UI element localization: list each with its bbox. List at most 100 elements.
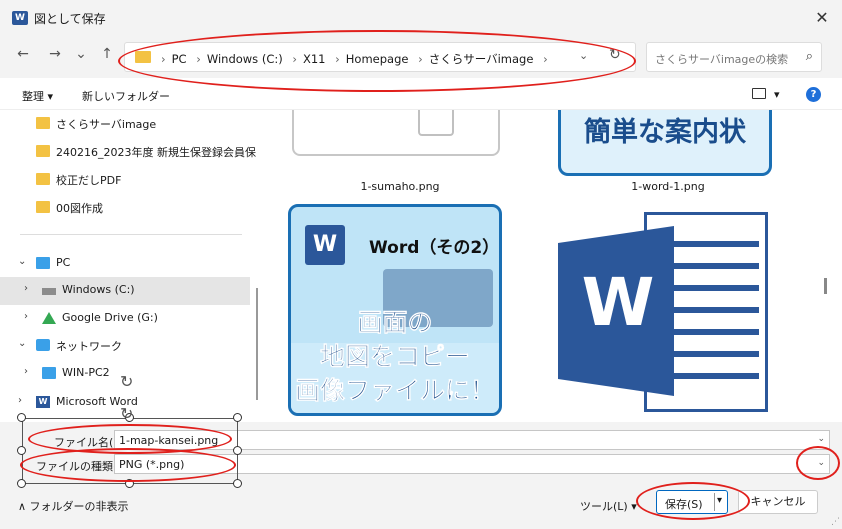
thumbnail-word-logo: W [558,206,772,418]
up-button[interactable]: ↑ [98,46,116,62]
organize-button[interactable]: 整理 ▾ [22,88,53,104]
sidebar-item-label: ネットワーク [56,340,122,353]
address-bar[interactable]: › PC › Windows (C:) › X11 › Homepage › さくらサーバ… [124,42,636,72]
thumbnail-title: Word（その2） [369,238,500,258]
pc-icon [36,257,50,269]
sidebar-scrollbar[interactable] [256,288,258,400]
folder-icon [36,173,50,185]
file-name: 1-sumaho.png [360,180,440,193]
folder-icon [135,51,151,63]
text-line [663,373,759,379]
chevron-right-icon[interactable]: › [24,283,28,294]
rotate-handle-icon[interactable]: ↻ [120,404,133,423]
divider [20,234,242,235]
resize-handle[interactable] [17,413,26,422]
breadcrumb-item-x11[interactable]: X11 [303,52,326,66]
word-icon: W [305,225,345,265]
sidebar-item-sakura-image[interactable]: さくらサーバimage [0,110,250,138]
sidebar-item-proof-pdf[interactable]: 校正だしPDF [0,166,250,194]
sidebar-item-label: WIN-PC2 [62,366,110,379]
sidebar-item-windows-c[interactable]: › Windows (C:) [0,277,250,305]
text-line [663,263,759,269]
resize-handle[interactable] [17,479,26,488]
breadcrumb-item-pc[interactable]: PC [172,52,187,66]
google-drive-icon [42,312,56,324]
tools-menu[interactable]: ツール(L) ▾ [580,498,637,514]
text-line [663,307,759,313]
sidebar-item-label: Windows (C:) [62,283,135,296]
new-folder-button[interactable]: 新しいフォルダー [82,88,170,104]
folder-icon [36,145,50,157]
back-button[interactable]: ← [14,46,32,62]
word-app-icon: W [12,11,28,25]
text-line [663,351,759,357]
chevron-right-icon[interactable]: › [24,366,28,377]
search-icon: ⌕ [805,49,813,64]
sidebar-item-google-drive[interactable]: › Google Drive (G:) [0,305,250,333]
text-line [663,329,759,335]
resize-handle[interactable] [233,479,242,488]
word-logo-letter: W [581,264,655,341]
thumbnail-map-kansei: W Word（その2） 画面の 地図をコピー 画像ファイルに！ [288,204,502,416]
text-line [663,241,759,247]
search-placeholder: さくらサーバimageの検索 [655,53,789,66]
chevron-down-icon[interactable]: ⌄ [18,338,26,349]
sidebar-item-label: Google Drive (G:) [62,311,158,324]
sidebar-item-2023-folder[interactable]: 240216_2023年度 新規生保登録会員保 [0,138,256,166]
chevron-down-icon[interactable]: ⌄ [817,458,825,468]
sidebar-item-label: さくらサーバimage [56,118,157,131]
save-button-label: 保存(S) [665,498,703,511]
breadcrumb-item-homepage[interactable]: Homepage [346,52,409,66]
thumbnail-line: 画面の [357,308,433,338]
sidebar-item-network[interactable]: ⌄ ネットワーク [0,332,250,360]
search-input[interactable]: さくらサーバimageの検索 ⌕ [646,42,822,72]
chevron-down-icon[interactable]: ⌄ [18,256,26,267]
file-list: 1-sumaho.png 簡単な案内状 1-word-1.png W Word（… [262,110,842,422]
thumbnail-line: 画像ファイルに！ [294,376,496,406]
divider [714,493,715,511]
resize-handle[interactable] [233,446,242,455]
breadcrumb-item-windows[interactable]: Windows (C:) [207,52,283,66]
chevron-down-icon[interactable]: ⌄ [579,49,588,62]
close-button[interactable]: ✕ [810,6,834,30]
chevron-right-icon[interactable]: › [24,311,28,322]
resize-grip-icon[interactable]: ⋰ [831,517,840,527]
chevron-down-icon[interactable]: ▾ [717,495,722,506]
sidebar-item-label: 00図作成 [56,202,103,215]
dialog-title: 図として保存 [34,12,106,26]
recent-locations-button[interactable]: ⌄ [72,46,90,62]
breadcrumb: › PC › Windows (C:) › X11 › Homepage › さくらサーバ… [161,51,554,67]
breadcrumb-item-current[interactable]: さくらサーバimage [429,52,534,66]
rotate-handle-icon[interactable]: ↻ [120,372,133,391]
chevron-down-icon[interactable]: ⌄ [817,434,825,444]
hide-folders-button[interactable]: ∧ フォルダーの非表示 [18,498,129,514]
folder-icon [36,117,50,129]
sidebar-item-figure-folder[interactable]: 00図作成 [0,194,250,222]
resize-handle[interactable] [233,413,242,422]
resize-handle[interactable] [125,479,134,488]
cancel-button[interactable]: キャンセル [738,490,818,514]
chevron-right-icon: › [161,52,166,66]
chevron-right-icon[interactable]: › [18,395,22,406]
sidebar-item-label: 校正だしPDF [56,174,122,187]
sidebar-item-pc[interactable]: ⌄ PC [0,250,250,278]
text-line [663,285,759,291]
view-options-icon[interactable] [752,88,766,99]
chevron-down-icon[interactable]: ▾ [774,88,780,101]
chevron-right-icon: › [292,52,297,66]
refresh-icon[interactable]: ↻ [609,47,621,63]
sidebar-item-label: PC [56,256,71,269]
sidebar-item-label: 240216_2023年度 新規生保登録会員保 [56,146,256,159]
chevron-right-icon: › [418,52,423,66]
network-icon [36,339,50,351]
save-button[interactable]: 保存(S) ▾ [656,490,728,514]
thumbnail-text: 簡単な案内状 [584,117,746,148]
forward-button[interactable]: → [46,46,64,62]
title-bar: W 図として保存 ✕ [0,0,842,36]
content-scrollbar[interactable] [824,278,827,294]
resize-handle[interactable] [17,446,26,455]
chevron-right-icon: › [543,52,548,66]
help-icon[interactable]: ? [806,87,821,102]
thumbnail-line: 地図をコピー [319,342,471,372]
chevron-right-icon: › [196,52,201,66]
